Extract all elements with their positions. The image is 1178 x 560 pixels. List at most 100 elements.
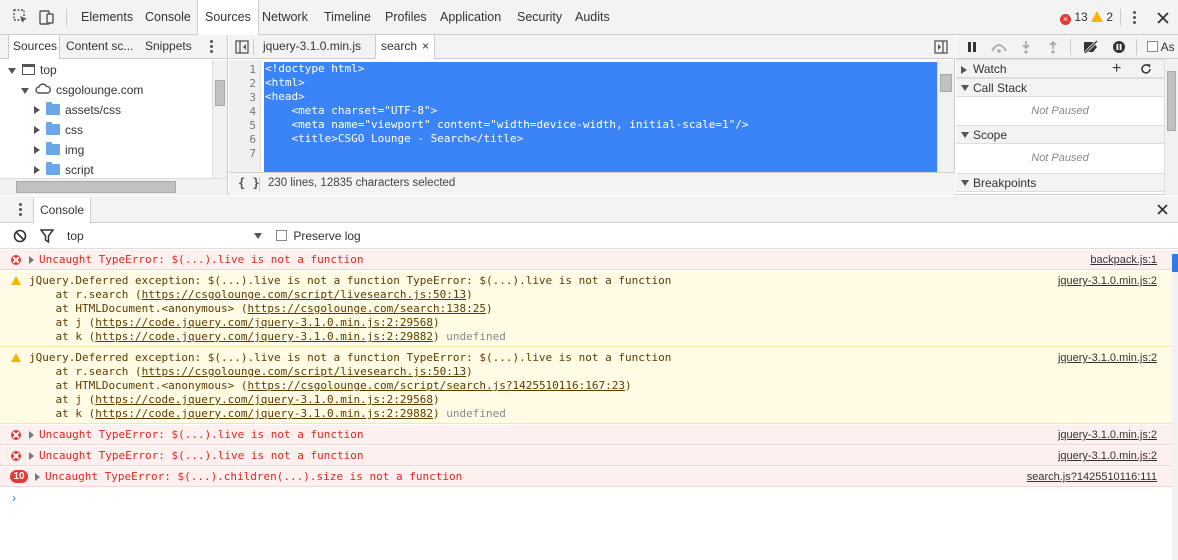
customize-menu-icon[interactable]: [1133, 11, 1136, 26]
tab-audits[interactable]: Audits: [568, 0, 617, 35]
warning-message[interactable]: jQuery.Deferred exception: $(...).live i…: [0, 348, 1172, 424]
scroll-thumb[interactable]: [16, 181, 176, 193]
tab-search-file[interactable]: search ×: [375, 35, 435, 59]
error-message[interactable]: Uncaught TypeError: $(...).live is not a…: [0, 425, 1172, 445]
message-source-link[interactable]: jquery-3.1.0.min.js:2: [1058, 429, 1157, 441]
debugger-scrollbar[interactable]: [1164, 59, 1178, 195]
pause-on-exceptions-icon[interactable]: [1112, 40, 1126, 54]
error-counter[interactable]: × 13: [1060, 10, 1088, 25]
async-checkbox-box[interactable]: [1147, 41, 1158, 52]
pretty-print-button[interactable]: { }: [238, 176, 260, 190]
message-source-link[interactable]: jquery-3.1.0.min.js:2: [1058, 450, 1157, 462]
drawer-menu-icon[interactable]: [19, 203, 22, 218]
collapsed-arrow-icon[interactable]: [34, 166, 40, 174]
device-mode-icon[interactable]: [38, 8, 56, 26]
chevron-down-icon: [254, 233, 262, 239]
filter-icon[interactable]: [40, 229, 54, 243]
tree-item[interactable]: top: [8, 60, 57, 80]
toolbar-divider: [66, 9, 67, 26]
collapsed-arrow-icon[interactable]: [34, 106, 40, 114]
error-message[interactable]: Uncaught TypeError: $(...).live is not a…: [0, 250, 1172, 270]
tree-item[interactable]: assets/css: [34, 100, 121, 120]
tree-item-label: css: [65, 123, 83, 137]
error-message[interactable]: 10 Uncaught TypeError: $(...).children(..…: [0, 467, 1172, 487]
toggle-navigator-icon[interactable]: [235, 40, 249, 54]
inspect-element-icon[interactable]: [12, 8, 30, 26]
line-number-gutter: 1234567: [229, 60, 261, 172]
tab-application[interactable]: Application: [433, 0, 508, 35]
scope-pane-header[interactable]: Scope: [956, 125, 1164, 144]
warning-message[interactable]: jQuery.Deferred exception: $(...).live i…: [0, 271, 1172, 347]
source-link[interactable]: https://code.jquery.com/jquery-3.1.0.min…: [95, 330, 433, 343]
source-link[interactable]: https://code.jquery.com/jquery-3.1.0.min…: [95, 407, 433, 420]
tab-sources[interactable]: Sources: [197, 0, 259, 36]
clear-console-icon[interactable]: [13, 229, 27, 243]
tab-sources[interactable]: Sources: [8, 35, 60, 59]
step-over-icon[interactable]: [990, 41, 1008, 53]
source-link[interactable]: https://code.jquery.com/jquery-3.1.0.min…: [95, 316, 433, 329]
scroll-thumb[interactable]: [1167, 71, 1176, 131]
tab-jquery-file[interactable]: jquery-3.1.0.min.js: [257, 35, 367, 59]
call-stack-pane-header[interactable]: Call Stack: [956, 78, 1164, 97]
tab-profiles[interactable]: Profiles: [378, 0, 434, 35]
pause-icon[interactable]: [966, 41, 978, 53]
source-link[interactable]: https://csgolounge.com/search:138:25: [248, 302, 486, 315]
expand-arrow-icon[interactable]: [29, 256, 34, 264]
tab-network[interactable]: Network: [255, 0, 315, 35]
step-out-icon[interactable]: [1047, 40, 1059, 54]
message-text: Uncaught TypeError: $(...).live is not a…: [39, 428, 364, 441]
expand-arrow-icon[interactable]: [29, 431, 34, 439]
message-source-link[interactable]: jquery-3.1.0.min.js:2: [1058, 275, 1157, 287]
tree-item[interactable]: csgolounge.com: [21, 80, 143, 100]
collapsed-arrow-icon[interactable]: [34, 126, 40, 134]
tab-content-scripts[interactable]: Content sc...: [62, 35, 134, 59]
source-link[interactable]: https://csgolounge.com/script/search.js?…: [248, 379, 626, 392]
context-selector[interactable]: top: [62, 223, 267, 248]
preserve-log-box[interactable]: [276, 230, 287, 241]
tab-snippets[interactable]: Snippets: [141, 35, 197, 59]
add-watch-icon[interactable]: +: [1112, 59, 1121, 78]
tab-elements[interactable]: Elements: [74, 0, 140, 35]
scroll-thumb[interactable]: [1172, 254, 1178, 272]
close-drawer-icon[interactable]: [1156, 203, 1169, 216]
expand-arrow-icon[interactable]: [29, 452, 34, 460]
navigator-horizontal-scrollbar[interactable]: [0, 178, 227, 195]
warning-counter[interactable]: 2: [1091, 10, 1113, 24]
preserve-log-checkbox[interactable]: Preserve log: [276, 229, 361, 243]
navigator-vertical-scrollbar[interactable]: [212, 60, 227, 178]
collapsed-arrow-icon[interactable]: [34, 146, 40, 154]
tab-security[interactable]: Security: [510, 0, 569, 35]
expanded-arrow-icon[interactable]: [8, 68, 16, 74]
step-into-icon[interactable]: [1020, 40, 1032, 54]
async-checkbox[interactable]: As: [1147, 40, 1175, 54]
tab-console[interactable]: Console: [138, 0, 198, 35]
source-link[interactable]: https://csgolounge.com/script/livesearch…: [142, 365, 467, 378]
refresh-icon[interactable]: [1140, 63, 1152, 75]
code-area[interactable]: <!doctype html> <html> <head> <meta charse…: [262, 60, 937, 172]
tab-console-drawer[interactable]: Console: [33, 198, 92, 223]
expanded-arrow-icon[interactable]: [21, 88, 29, 94]
message-source-link[interactable]: backpack.js:1: [1090, 254, 1157, 266]
message-source-link[interactable]: jquery-3.1.0.min.js:2: [1058, 352, 1157, 364]
expand-arrow-icon[interactable]: [35, 473, 40, 481]
tree-item[interactable]: css: [34, 120, 83, 140]
scroll-thumb[interactable]: [215, 80, 225, 106]
toggle-debugger-icon[interactable]: [934, 40, 948, 54]
watch-pane-header[interactable]: Watch +: [956, 59, 1164, 78]
deactivate-breakpoints-icon[interactable]: [1082, 40, 1100, 54]
console-scrollbar[interactable]: [1172, 250, 1178, 560]
editor-vertical-scrollbar[interactable]: [937, 60, 954, 172]
scroll-thumb[interactable]: [940, 74, 952, 92]
navigator-menu-icon[interactable]: [210, 40, 213, 55]
source-link[interactable]: https://csgolounge.com/script/livesearch…: [142, 288, 467, 301]
console-prompt[interactable]: ›: [12, 491, 16, 505]
error-message[interactable]: Uncaught TypeError: $(...).live is not a…: [0, 446, 1172, 466]
close-devtools-icon[interactable]: [1154, 9, 1172, 27]
message-source-link[interactable]: search.js?1425510116:111: [1027, 471, 1157, 483]
tree-item[interactable]: script: [34, 160, 94, 180]
tab-timeline[interactable]: Timeline: [317, 0, 378, 35]
tree-item[interactable]: img: [34, 140, 84, 160]
source-link[interactable]: https://code.jquery.com/jquery-3.1.0.min…: [95, 393, 433, 406]
breakpoints-pane-header[interactable]: Breakpoints: [956, 173, 1164, 192]
close-tab-icon[interactable]: ×: [422, 35, 429, 58]
